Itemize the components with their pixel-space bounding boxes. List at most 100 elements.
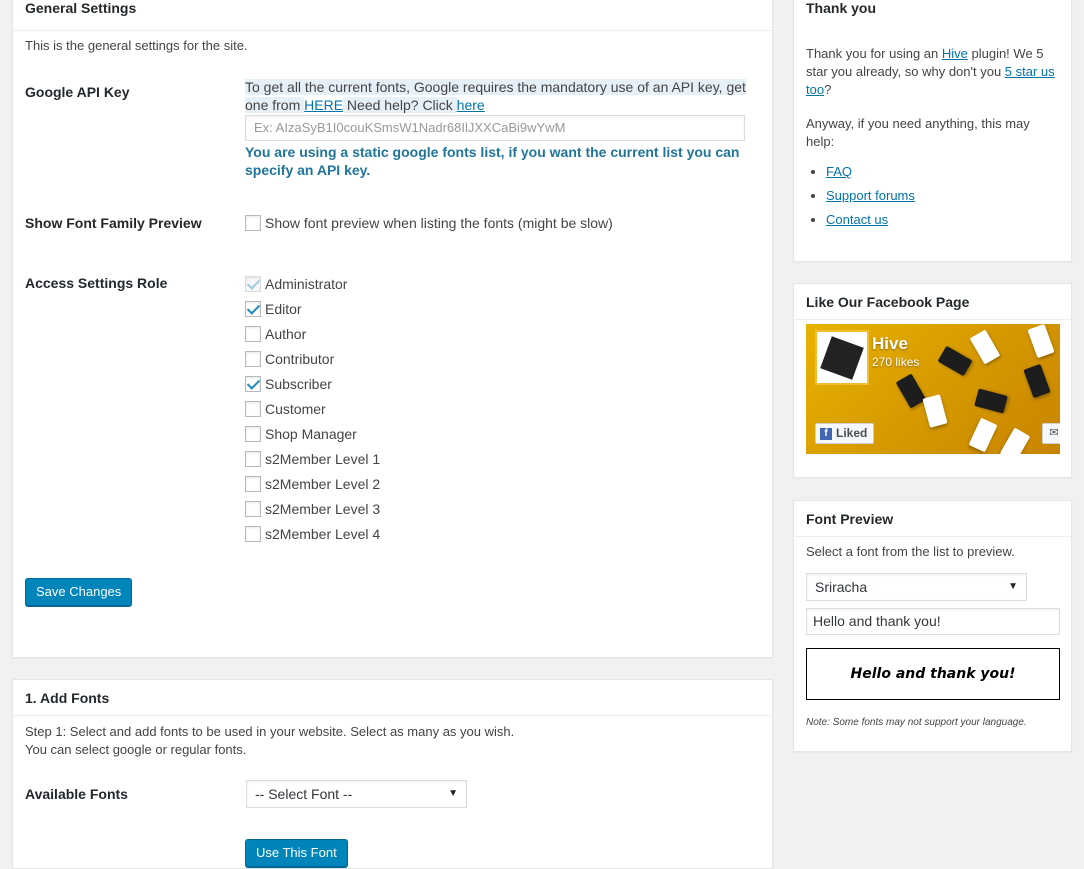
general-settings-panel: General Settings This is the general set…: [12, 0, 773, 658]
role-checkbox[interactable]: [245, 300, 261, 317]
role-label: s2Member Level 4: [265, 525, 381, 542]
general-settings-title: General Settings: [13, 1, 772, 31]
card-image: [969, 329, 1001, 365]
preview-note: Note: Some fonts may not support your la…: [806, 717, 1027, 728]
preview-output: Hello and thank you!: [806, 648, 1060, 700]
thank-you-text-1: Thank you for using an: [806, 46, 942, 61]
thank-you-text: Thank you for using an Hive plugin! We 5…: [806, 45, 1061, 99]
api-key-help-text-2: Need help? Click: [343, 97, 457, 113]
role-checkbox-list: Administrator Editor Author Contributor Subs…: [245, 271, 380, 546]
add-fonts-panel: 1. Add Fonts Step 1: Select and add font…: [12, 679, 773, 869]
static-fonts-notice: You are using a static google fonts list…: [245, 144, 740, 178]
access-role-label: Access Settings Role: [25, 275, 168, 291]
list-item: Support forums: [826, 187, 915, 211]
hive-logo: [815, 330, 869, 385]
role-option[interactable]: Shop Manager: [245, 421, 380, 446]
liked-button[interactable]: f Liked: [815, 423, 875, 444]
card-image: [974, 388, 1008, 414]
facebook-page-name: Hive: [872, 334, 908, 353]
help-links-list: FAQ Support forums Contact us: [806, 163, 915, 235]
role-label: Administrator: [265, 275, 348, 292]
role-option[interactable]: s2Member Level 2: [245, 471, 380, 496]
role-option[interactable]: s2Member Level 3: [245, 496, 380, 521]
list-item: Contact us: [826, 211, 915, 235]
card-image: [1027, 324, 1055, 359]
role-option[interactable]: Author: [245, 321, 380, 346]
role-label: Customer: [265, 400, 326, 417]
role-checkbox[interactable]: [245, 350, 261, 367]
font-preview-checkbox-label: Show font preview when listing the fonts…: [265, 214, 613, 231]
api-key-input[interactable]: Ex: AIzaSyB1I0couKSmsW1Nadr68IlJXXCaBi9w…: [245, 115, 745, 141]
role-checkbox[interactable]: [245, 450, 261, 467]
contact-us-link[interactable]: Contact us: [826, 212, 888, 227]
role-checkbox[interactable]: [245, 400, 261, 417]
api-key-help-link[interactable]: here: [457, 97, 485, 113]
role-label: s2Member Level 1: [265, 450, 381, 467]
facebook-title: Like Our Facebook Page: [794, 284, 1071, 320]
role-label: Author: [265, 325, 307, 342]
role-option[interactable]: Subscriber: [245, 371, 380, 396]
add-fonts-title: 1. Add Fonts: [13, 680, 772, 716]
card-image: [968, 417, 998, 453]
role-label: Shop Manager: [265, 425, 357, 442]
facebook-page-widget[interactable]: Hive 270 likes f Liked ✉: [806, 324, 1060, 454]
font-preview-title: Font Preview: [794, 501, 1071, 537]
get-api-key-link[interactable]: HERE: [304, 97, 343, 113]
thank-you-title: Thank you: [806, 0, 877, 16]
api-key-help: To get all the current fonts, Google req…: [245, 78, 749, 114]
role-option[interactable]: s2Member Level 4: [245, 521, 380, 546]
role-checkbox[interactable]: [245, 375, 261, 392]
add-fonts-step-1: Step 1: Select and add fonts to be used …: [25, 724, 515, 739]
save-changes-button[interactable]: Save Changes: [25, 578, 133, 606]
role-option: Administrator: [245, 271, 380, 296]
card-image: [937, 345, 973, 377]
role-option[interactable]: Contributor: [245, 346, 380, 371]
card-image: [999, 427, 1031, 454]
faq-link[interactable]: FAQ: [826, 164, 852, 179]
role-label: Contributor: [265, 350, 335, 367]
use-this-font-button[interactable]: Use This Font: [245, 839, 348, 867]
card-image: [922, 394, 948, 428]
general-settings-description: This is the general settings for the sit…: [25, 38, 248, 53]
role-checkbox[interactable]: [245, 525, 261, 542]
font-preview-checkbox[interactable]: [245, 214, 261, 231]
role-label: s2Member Level 2: [265, 475, 381, 492]
facebook-likes-count: 270 likes: [872, 355, 920, 369]
dropdown-arrow-icon: ▼: [448, 788, 458, 799]
available-fonts-select[interactable]: -- Select Font -- ▼: [246, 780, 467, 808]
font-preview-instruction: Select a font from the list to preview.: [806, 544, 1015, 559]
preview-font-select[interactable]: Sriracha ▼: [806, 573, 1027, 601]
role-checkbox[interactable]: [245, 325, 261, 342]
font-preview-panel: Font Preview Select a font from the list…: [793, 500, 1072, 752]
card-image: [895, 373, 927, 409]
role-checkbox: [245, 275, 261, 292]
list-item: FAQ: [826, 163, 915, 187]
role-option[interactable]: Customer: [245, 396, 380, 421]
help-text: Anyway, if you need anything, this may h…: [806, 116, 1030, 149]
font-preview-label: Show Font Family Preview: [25, 215, 202, 231]
hive-link[interactable]: Hive: [942, 46, 968, 61]
role-checkbox[interactable]: [245, 500, 261, 517]
available-fonts-select-value: -- Select Font --: [255, 786, 353, 802]
role-option[interactable]: Editor: [245, 296, 380, 321]
role-option[interactable]: s2Member Level 1: [245, 446, 380, 471]
liked-label: Liked: [836, 426, 868, 440]
card-image: [1023, 363, 1051, 399]
preview-text-input[interactable]: Hello and thank you!: [806, 608, 1060, 635]
role-checkbox[interactable]: [245, 425, 261, 442]
support-forums-link[interactable]: Support forums: [826, 188, 915, 203]
thank-you-text-3: ?: [824, 82, 832, 97]
font-preview-option[interactable]: Show font preview when listing the fonts…: [245, 210, 613, 235]
available-fonts-label: Available Fonts: [25, 786, 128, 802]
role-label: Editor: [265, 300, 302, 317]
facebook-icon: f: [820, 427, 832, 440]
api-key-label: Google API Key: [25, 84, 130, 100]
role-label: Subscriber: [265, 375, 332, 392]
role-label: s2Member Level 3: [265, 500, 381, 517]
message-icon[interactable]: ✉: [1042, 423, 1060, 444]
role-checkbox[interactable]: [245, 475, 261, 492]
preview-font-select-value: Sriracha: [815, 579, 868, 595]
thank-you-panel: Thank you Thank you for using an Hive pl…: [793, 0, 1072, 262]
add-fonts-step-2: You can select google or regular fonts.: [25, 742, 247, 757]
dropdown-arrow-icon: ▼: [1008, 581, 1018, 592]
